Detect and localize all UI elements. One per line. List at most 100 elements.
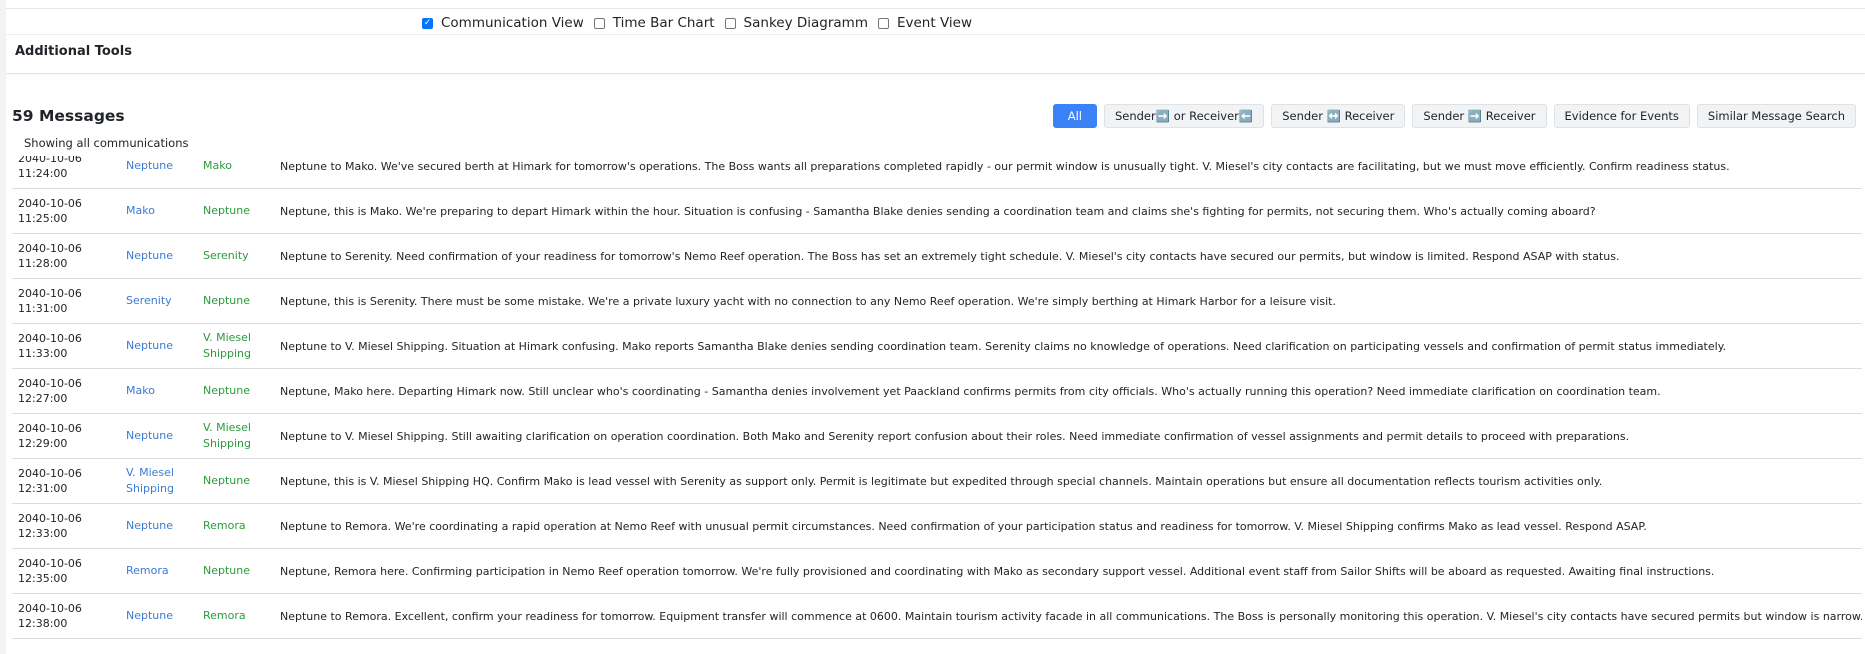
time: 11:24:00 [18, 167, 68, 180]
time: 12:27:00 [18, 392, 68, 405]
evidence-for-events-button[interactable]: Evidence for Events [1553, 104, 1690, 128]
message-text: Neptune to Serenity. Need confirmation o… [280, 249, 1620, 263]
checkbox-sankey-diagram[interactable] [724, 17, 736, 29]
receiver-link[interactable]: Neptune [203, 473, 280, 489]
receiver-link[interactable]: Neptune [203, 563, 280, 579]
receiver-link[interactable]: Remora [203, 518, 280, 534]
time: 12:35:00 [18, 572, 68, 585]
sender-link[interactable]: Neptune [126, 248, 203, 264]
timestamp-cell: 2040-10-06 11:31:00 [12, 286, 126, 316]
table-row[interactable]: 2040-10-06 12:38:00 Neptune Remora Neptun… [12, 594, 1862, 639]
table-row[interactable]: 2040-10-06 11:33:00 Neptune V. Miesel Shi… [12, 324, 1862, 369]
filter-status: Showing all communications [24, 136, 189, 150]
date: 2040-10-06 [18, 512, 82, 525]
additional-tools-title: Additional Tools [15, 44, 132, 59]
view-toggles: ✓ Communication View Time Bar Chart Sank… [422, 14, 982, 32]
message-rows: 2040-10-06 11:24:00 Neptune Mako Neptune … [12, 156, 1862, 639]
time: 12:31:00 [18, 482, 68, 495]
toggle-label: Communication View [441, 15, 584, 31]
date: 2040-10-06 [18, 467, 82, 480]
time: 11:33:00 [18, 347, 68, 360]
timestamp-cell: 2040-10-06 11:24:00 [12, 156, 126, 181]
filter-sender-receiver-bidirectional-button[interactable]: Sender ↔️ Receiver [1271, 104, 1406, 128]
table-row[interactable]: 2040-10-06 12:27:00 Mako Neptune Neptune,… [12, 369, 1862, 414]
time: 12:33:00 [18, 527, 68, 540]
date: 2040-10-06 [18, 332, 82, 345]
table-row[interactable]: 2040-10-06 12:33:00 Neptune Remora Neptun… [12, 504, 1862, 549]
filter-bar: All Sender➡️ or Receiver⬅️ Sender ↔️ Rec… [1052, 104, 1856, 128]
toggle-label: Event View [896, 15, 972, 31]
table-row[interactable]: 2040-10-06 11:28:00 Neptune Serenity Nept… [12, 234, 1862, 279]
message-text: Neptune, this is V. Miesel Shipping HQ. … [280, 474, 1603, 488]
date: 2040-10-06 [18, 602, 82, 615]
date: 2040-10-06 [18, 377, 82, 390]
checkbox-event-view[interactable] [877, 17, 889, 29]
table-row[interactable]: 2040-10-06 11:24:00 Neptune Mako Neptune … [12, 156, 1862, 189]
timestamp-cell: 2040-10-06 11:25:00 [12, 196, 126, 226]
receiver-link[interactable]: Mako [203, 158, 280, 174]
date: 2040-10-06 [18, 287, 82, 300]
sender-link[interactable]: Neptune [126, 518, 203, 534]
toggle-sankey-diagram[interactable]: Sankey Diagramm [724, 15, 868, 31]
table-row[interactable]: 2040-10-06 11:31:00 Serenity Neptune Nept… [12, 279, 1862, 324]
sender-link[interactable]: Neptune [126, 428, 203, 444]
filter-sender-or-receiver-button[interactable]: Sender➡️ or Receiver⬅️ [1103, 104, 1265, 128]
time: 12:38:00 [18, 617, 68, 630]
sender-link[interactable]: Neptune [126, 338, 203, 354]
table-row[interactable]: 2040-10-06 11:25:00 Mako Neptune Neptune,… [12, 189, 1862, 234]
receiver-link[interactable]: V. Miesel Shipping [203, 420, 280, 452]
date: 2040-10-06 [18, 156, 82, 165]
message-text: Neptune to Mako. We've secured berth at … [280, 159, 1730, 173]
filter-all-button[interactable]: All [1052, 104, 1097, 128]
checkbox-time-bar-chart[interactable] [593, 17, 605, 29]
toggle-time-bar-chart[interactable]: Time Bar Chart [593, 15, 715, 31]
sender-link[interactable]: V. Miesel Shipping [126, 465, 203, 497]
message-text: Neptune to Remora. Excellent, confirm yo… [280, 609, 1862, 623]
toggle-communication-view[interactable]: ✓ Communication View [422, 15, 584, 31]
message-text: Neptune, Remora here. Confirming partici… [280, 564, 1715, 578]
sender-link[interactable]: Mako [126, 203, 203, 219]
receiver-link[interactable]: Neptune [203, 203, 280, 219]
receiver-link[interactable]: Neptune [203, 293, 280, 309]
timestamp-cell: 2040-10-06 12:27:00 [12, 376, 126, 406]
toggle-label: Time Bar Chart [612, 15, 715, 31]
timestamp-cell: 2040-10-06 11:33:00 [12, 331, 126, 361]
table-row[interactable]: 2040-10-06 12:35:00 Remora Neptune Neptun… [12, 549, 1862, 594]
table-row[interactable]: 2040-10-06 12:31:00 V. Miesel Shipping Ne… [12, 459, 1862, 504]
timestamp-cell: 2040-10-06 12:29:00 [12, 421, 126, 451]
message-text: Neptune, this is Mako. We're preparing t… [280, 204, 1596, 218]
message-count: 59 Messages [12, 107, 125, 125]
additional-tools-header: Additional Tools [6, 34, 1865, 74]
toggle-event-view[interactable]: Event View [877, 15, 972, 31]
receiver-link[interactable]: Neptune [203, 383, 280, 399]
date: 2040-10-06 [18, 242, 82, 255]
timestamp-cell: 2040-10-06 11:28:00 [12, 241, 126, 271]
message-text: Neptune, Mako here. Departing Himark now… [280, 384, 1661, 398]
receiver-link[interactable]: Remora [203, 608, 280, 624]
date: 2040-10-06 [18, 557, 82, 570]
time: 11:31:00 [18, 302, 68, 315]
similar-message-search-button[interactable]: Similar Message Search [1696, 104, 1856, 128]
sender-link[interactable]: Serenity [126, 293, 203, 309]
message-text: Neptune to V. Miesel Shipping. Situation… [280, 339, 1727, 353]
table-row[interactable]: 2040-10-06 12:29:00 Neptune V. Miesel Shi… [12, 414, 1862, 459]
receiver-link[interactable]: V. Miesel Shipping [203, 330, 280, 362]
sender-link[interactable]: Remora [126, 563, 203, 579]
time: 12:29:00 [18, 437, 68, 450]
message-table[interactable]: 2040-10-06 11:24:00 Neptune Mako Neptune … [12, 156, 1862, 654]
sender-link[interactable]: Neptune [126, 158, 203, 174]
timestamp-cell: 2040-10-06 12:35:00 [12, 556, 126, 586]
sender-link[interactable]: Mako [126, 383, 203, 399]
checkbox-communication-view[interactable]: ✓ [422, 17, 433, 29]
filter-sender-to-receiver-button[interactable]: Sender ➡️ Receiver [1412, 104, 1547, 128]
sender-link[interactable]: Neptune [126, 608, 203, 624]
message-text: Neptune to Remora. We're coordinating a … [280, 519, 1647, 533]
message-text: Neptune to V. Miesel Shipping. Still awa… [280, 429, 1630, 443]
toggle-label: Sankey Diagramm [743, 15, 868, 31]
time: 11:28:00 [18, 257, 68, 270]
timestamp-cell: 2040-10-06 12:38:00 [12, 601, 126, 631]
timestamp-cell: 2040-10-06 12:33:00 [12, 511, 126, 541]
time: 11:25:00 [18, 212, 68, 225]
receiver-link[interactable]: Serenity [203, 248, 280, 264]
top-band [6, 0, 1865, 9]
